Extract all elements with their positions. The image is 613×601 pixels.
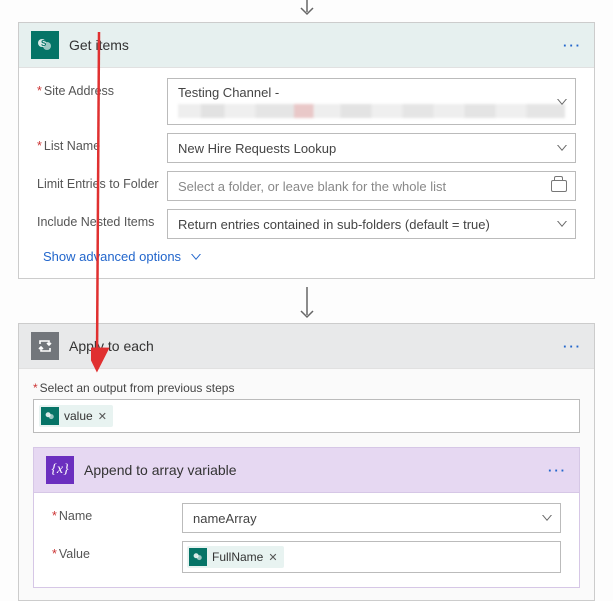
- remove-token-icon[interactable]: ✕: [268, 551, 277, 564]
- apply-to-each-header[interactable]: Apply to each ···: [19, 324, 594, 369]
- list-name-label: List Name: [37, 133, 167, 153]
- get-items-title: Get items: [69, 37, 563, 53]
- flow-arrow-top: [0, 0, 613, 22]
- get-items-body: Site Address Testing Channel - List Name…: [19, 68, 594, 278]
- limit-folder-input[interactable]: Select a folder, or leave blank for the …: [167, 171, 576, 201]
- site-address-input[interactable]: Testing Channel -: [167, 78, 576, 125]
- get-items-menu[interactable]: ···: [563, 38, 582, 53]
- sharepoint-icon: [189, 548, 207, 566]
- include-nested-input[interactable]: Return entries contained in sub-folders …: [167, 209, 576, 239]
- apply-to-each-card: Apply to each ··· Select an output from …: [18, 323, 595, 601]
- variable-icon: {x}: [46, 456, 74, 484]
- site-address-redacted: [178, 104, 565, 118]
- sharepoint-icon: [41, 407, 59, 425]
- value-token-label: value: [64, 409, 93, 423]
- var-name-value: nameArray: [193, 511, 257, 526]
- loop-icon: [31, 332, 59, 360]
- apply-to-each-menu[interactable]: ···: [563, 339, 582, 354]
- var-name-input[interactable]: nameArray: [182, 503, 561, 533]
- apply-to-each-body: Select an output from previous steps val…: [19, 369, 594, 600]
- get-items-card: S Get items ··· Site Address Testing Cha…: [18, 22, 595, 279]
- chevron-down-icon: [542, 515, 552, 521]
- chevron-down-icon: [557, 221, 567, 227]
- value-token[interactable]: value ✕: [39, 405, 113, 427]
- fullname-token-label: FullName: [212, 550, 263, 564]
- get-items-header[interactable]: S Get items ···: [19, 23, 594, 68]
- var-value-label: Value: [52, 541, 182, 561]
- include-nested-value: Return entries contained in sub-folders …: [178, 217, 490, 232]
- var-name-label: Name: [52, 503, 182, 523]
- chevron-down-icon: [557, 145, 567, 151]
- include-nested-label: Include Nested Items: [37, 209, 167, 229]
- list-name-input[interactable]: New Hire Requests Lookup: [167, 133, 576, 163]
- limit-folder-placeholder: Select a folder, or leave blank for the …: [178, 179, 446, 194]
- list-name-value: New Hire Requests Lookup: [178, 141, 336, 156]
- sharepoint-icon: S: [31, 31, 59, 59]
- flow-arrow-mid: [0, 279, 613, 323]
- fullname-token[interactable]: FullName ✕: [187, 546, 284, 568]
- select-output-input[interactable]: value ✕: [33, 399, 580, 433]
- site-address-label: Site Address: [37, 78, 167, 98]
- remove-token-icon[interactable]: ✕: [98, 410, 107, 423]
- append-array-body: Name nameArray Value FullName: [34, 493, 579, 587]
- folder-icon: [551, 180, 567, 192]
- svg-text:S: S: [41, 39, 47, 48]
- append-array-title: Append to array variable: [84, 462, 548, 478]
- chevron-down-icon: [557, 99, 567, 105]
- show-advanced-link[interactable]: Show advanced options: [43, 249, 576, 264]
- site-address-value: Testing Channel -: [178, 85, 279, 100]
- apply-to-each-title: Apply to each: [69, 338, 563, 354]
- append-array-menu[interactable]: ···: [548, 463, 567, 478]
- append-array-card: {x} Append to array variable ··· Name na…: [33, 447, 580, 588]
- show-advanced-label: Show advanced options: [43, 249, 181, 264]
- select-output-label: Select an output from previous steps: [33, 381, 580, 395]
- append-array-header[interactable]: {x} Append to array variable ···: [34, 448, 579, 493]
- var-value-input[interactable]: FullName ✕: [182, 541, 561, 573]
- chevron-down-icon: [191, 254, 201, 260]
- limit-folder-label: Limit Entries to Folder: [37, 171, 167, 191]
